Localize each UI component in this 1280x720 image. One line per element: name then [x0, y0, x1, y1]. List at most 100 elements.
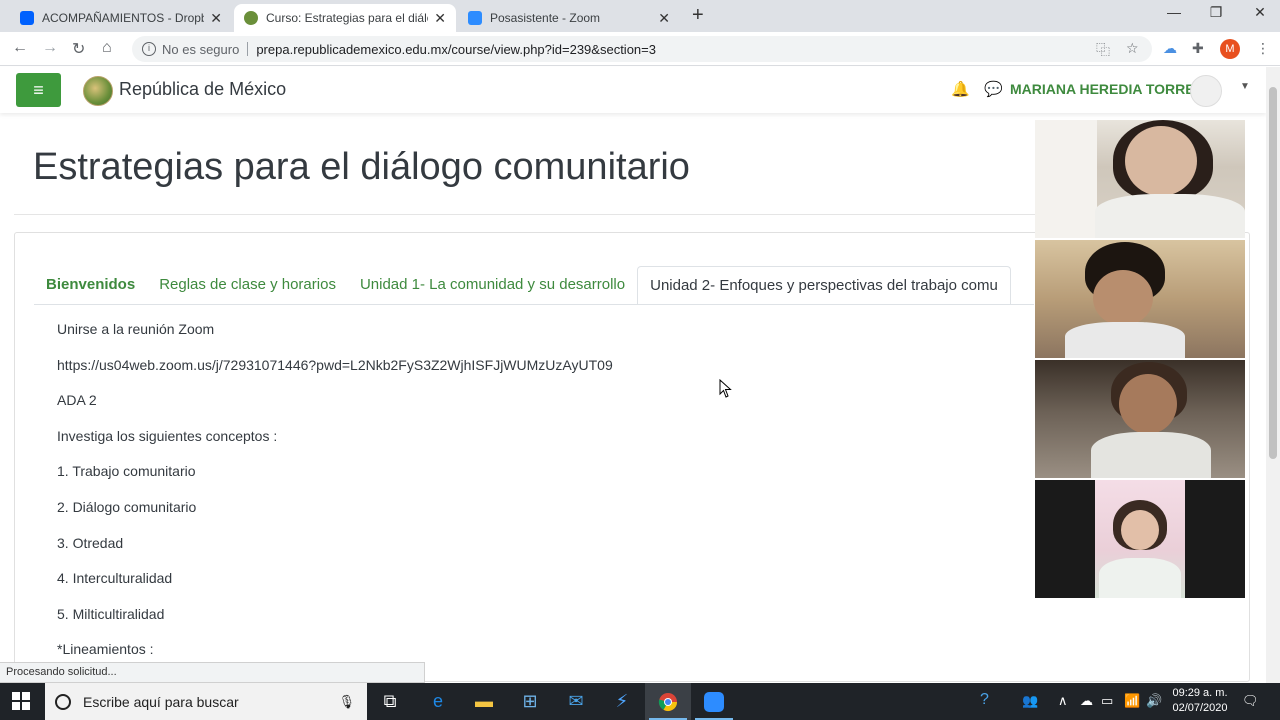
site-name[interactable]: República de México — [119, 79, 286, 100]
task-view-icon[interactable]: ⧉ — [367, 683, 413, 720]
forward-icon[interactable]: → — [42, 39, 58, 57]
tab-unidad-1[interactable]: Unidad 1- La comunidad y su desarrollo — [348, 266, 637, 304]
tab-bienvenidos[interactable]: Bienvenidos — [34, 266, 147, 304]
new-tab-button[interactable]: + — [692, 4, 704, 27]
participant-face — [1119, 374, 1177, 434]
security-label: No es seguro — [162, 41, 240, 57]
windows-taskbar: Escribe aquí para buscar 🎙 ⧉ e ▬ ⊞ ✉ ⚡ ?… — [0, 683, 1280, 720]
hamburger-menu-button[interactable]: ≡ — [16, 73, 61, 107]
content-line: 5. Milticultiralidad — [57, 605, 165, 622]
extensions-icon[interactable]: ✚ — [1192, 40, 1204, 57]
participant-shirt — [1099, 558, 1181, 598]
participant-shirt — [1091, 432, 1211, 478]
translate-icon[interactable]: ⿻ — [1096, 40, 1110, 60]
content-line: Unirse a la reunión Zoom — [57, 321, 215, 337]
onedrive-icon[interactable]: ☁ — [1080, 693, 1093, 709]
content-line: 1. Trabajo comunitario — [57, 463, 196, 480]
close-tab-icon[interactable]: ✕ — [210, 10, 222, 27]
section-content: Unirse a la reunión Zoom https://us04web… — [57, 319, 613, 675]
close-tab-icon[interactable]: ✕ — [658, 10, 670, 27]
cortana-icon — [55, 693, 71, 710]
close-window-icon[interactable]: ✕ — [1240, 4, 1280, 21]
help-icon[interactable]: ? — [980, 691, 989, 709]
tab-zoom[interactable]: Posasistente - Zoom ✕ — [458, 4, 680, 32]
course-section-tabs: Bienvenidos Reglas de clase y horarios U… — [34, 266, 1011, 304]
page-title: Estrategias para el diálogo comunitario — [33, 146, 690, 188]
battery-icon[interactable]: ▭ — [1101, 693, 1113, 709]
taskbar-clock[interactable]: 09:29 a. m. 02/07/2020 — [1168, 686, 1232, 716]
tabs-divider — [34, 304, 1034, 305]
home-icon[interactable]: ⌂ — [102, 39, 112, 57]
edge-icon[interactable]: e — [415, 683, 461, 720]
page-scrollbar[interactable] — [1266, 67, 1280, 683]
wifi-icon[interactable]: 📶 — [1124, 693, 1140, 709]
notifications-icon[interactable]: 🗨 — [1242, 693, 1259, 709]
site-header: ≡ República de México 🔔 💬 MARIANA HEREDI… — [0, 67, 1266, 113]
zoom-app-icon[interactable] — [691, 683, 737, 720]
search-placeholder: Escribe aquí para buscar — [83, 693, 239, 710]
tab-reglas[interactable]: Reglas de clase y horarios — [147, 266, 348, 304]
clock-time: 09:29 a. m. — [1172, 687, 1228, 699]
participant-face — [1121, 510, 1159, 550]
tab-course[interactable]: Curso: Estrategias para el diálogo ✕ — [234, 4, 456, 32]
profile-avatar[interactable]: M — [1220, 39, 1240, 59]
participant-face — [1093, 270, 1153, 326]
divider — [247, 42, 249, 56]
taskbar-search[interactable]: Escribe aquí para buscar 🎙 — [45, 683, 367, 720]
user-name[interactable]: MARIANA HEREDIA TORRES — [1010, 81, 1204, 97]
chevron-up-icon[interactable]: ∧ — [1058, 693, 1068, 709]
url-text[interactable]: prepa.republicademexico.edu.mx/course/vi… — [256, 42, 656, 57]
site-logo[interactable] — [83, 76, 113, 106]
zoom-link[interactable]: https://us04web.zoom.us/j/72931071446?pw… — [57, 355, 613, 391]
video-background — [1095, 480, 1185, 598]
tab-unidad-2[interactable]: Unidad 2- Enfoques y perspectivas del tr… — [637, 266, 1011, 304]
zoom-icon — [468, 11, 482, 25]
file-explorer-icon[interactable]: ▬ — [461, 683, 507, 720]
browser-tab-bar: ACOMPAÑAMIENTOS - Dropbox ✕ Curso: Estra… — [0, 0, 1280, 32]
moodle-favicon-icon — [244, 11, 258, 25]
back-icon[interactable]: ← — [12, 39, 28, 57]
microphone-icon[interactable]: 🎙 — [338, 694, 355, 710]
mouse-cursor-icon — [719, 379, 732, 398]
participant-video[interactable] — [1035, 480, 1245, 598]
user-avatar[interactable] — [1190, 75, 1222, 107]
participant-video[interactable] — [1035, 240, 1245, 358]
tab-dropbox[interactable]: ACOMPAÑAMIENTOS - Dropbox ✕ — [10, 4, 232, 32]
volume-icon[interactable]: 🔊 — [1146, 693, 1162, 709]
windows-start-icon[interactable] — [12, 692, 30, 710]
clock-date: 02/07/2020 — [1172, 702, 1228, 714]
content-line: 2. Diálogo comunitario — [57, 498, 197, 515]
participant-face — [1125, 126, 1197, 196]
dropbox-icon — [20, 11, 34, 25]
participant-video[interactable] — [1035, 360, 1245, 478]
content-line: 3. Otredad — [57, 534, 124, 551]
tab-title: Curso: Estrategias para el diálogo — [266, 11, 428, 25]
mail-icon[interactable]: ✉ — [553, 683, 599, 720]
chevron-down-icon[interactable]: ▼ — [1240, 81, 1250, 92]
app-icon[interactable]: ⚡ — [599, 683, 645, 720]
bookmark-star-icon[interactable]: ☆ — [1126, 40, 1139, 57]
tab-title: ACOMPAÑAMIENTOS - Dropbox — [42, 11, 205, 25]
address-bar[interactable]: i No es seguro prepa.republicademexico.e… — [132, 36, 1152, 62]
store-icon[interactable]: ⊞ — [507, 683, 553, 720]
participant-shirt — [1095, 194, 1245, 238]
minimize-icon[interactable]: — — [1154, 4, 1194, 20]
people-icon[interactable]: 👥 — [1022, 693, 1038, 709]
video-background — [1035, 120, 1097, 238]
maximize-icon[interactable]: ❐ — [1196, 4, 1236, 21]
browser-menu-icon[interactable]: ⋮ — [1256, 40, 1270, 57]
info-icon[interactable]: i — [142, 42, 156, 56]
zoom-video-panel — [1035, 120, 1245, 598]
content-line: Investiga los siguientes conceptos : — [57, 427, 278, 444]
divider — [14, 214, 1035, 215]
participant-video[interactable] — [1035, 120, 1245, 238]
chat-icon[interactable]: 💬 — [984, 80, 1003, 98]
reload-icon[interactable]: ↻ — [72, 39, 85, 59]
participant-shirt — [1065, 322, 1185, 358]
bell-icon[interactable]: 🔔 — [951, 80, 970, 98]
scrollbar-thumb[interactable] — [1269, 87, 1277, 459]
cloud-extension-icon[interactable]: ☁ — [1163, 40, 1177, 57]
tab-title: Posasistente - Zoom — [490, 11, 601, 25]
chrome-icon[interactable] — [645, 683, 691, 720]
close-tab-icon[interactable]: ✕ — [434, 10, 446, 27]
